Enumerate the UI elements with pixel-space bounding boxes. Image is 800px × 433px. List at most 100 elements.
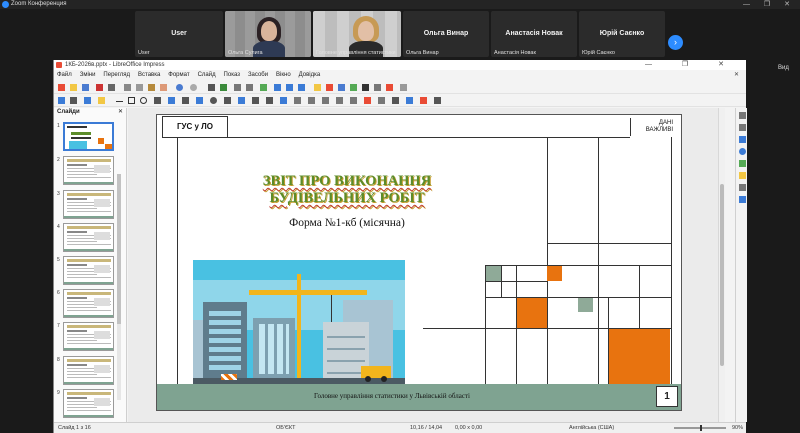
view-button[interactable]: Вид bbox=[778, 65, 789, 71]
table-icon[interactable] bbox=[326, 84, 333, 91]
slide-thumbnail[interactable] bbox=[63, 122, 114, 151]
navigator-icon[interactable] bbox=[739, 196, 746, 203]
3d-objects-icon[interactable] bbox=[280, 97, 287, 104]
crop-icon[interactable] bbox=[364, 97, 371, 104]
app-window-controls[interactable]: — ❐ ✕ bbox=[645, 60, 738, 70]
slide-thumbnail[interactable] bbox=[63, 223, 114, 252]
fill-color-icon[interactable] bbox=[98, 97, 105, 104]
footer-text[interactable]: Головне управління статистики у Львівськ… bbox=[157, 392, 627, 400]
connectors-icon[interactable] bbox=[182, 97, 189, 104]
slide-thumbnail[interactable] bbox=[63, 289, 114, 318]
slide-thumbnail[interactable] bbox=[63, 356, 114, 385]
lines-arrows-icon[interactable] bbox=[154, 97, 161, 104]
select-icon[interactable] bbox=[58, 97, 65, 104]
arrange-icon[interactable] bbox=[322, 97, 329, 104]
redo-icon[interactable] bbox=[190, 84, 197, 91]
clone-formatting-icon[interactable] bbox=[160, 84, 167, 91]
block-arrows-icon[interactable] bbox=[224, 97, 231, 104]
callouts-icon[interactable] bbox=[252, 97, 259, 104]
participant-tile[interactable]: Ольга Винар Ольга Винар bbox=[403, 11, 489, 57]
slide-thumbnail-row[interactable]: 3 bbox=[54, 190, 116, 220]
shadow-icon[interactable] bbox=[350, 97, 357, 104]
editing-area-scrollbar[interactable] bbox=[718, 108, 725, 422]
zoom-level[interactable]: 90% bbox=[732, 423, 743, 433]
master-slides-icon[interactable] bbox=[739, 160, 746, 167]
filter-icon[interactable] bbox=[378, 97, 385, 104]
special-character-icon[interactable] bbox=[374, 84, 381, 91]
scrollbar-thumb[interactable] bbox=[117, 174, 121, 324]
image-icon[interactable] bbox=[338, 84, 345, 91]
start-show-icon[interactable] bbox=[314, 84, 321, 91]
zoom-slider[interactable] bbox=[674, 425, 726, 431]
scrollbar-thumb[interactable] bbox=[720, 184, 724, 366]
participant-tile[interactable]: User User bbox=[135, 11, 223, 57]
basic-shapes-icon[interactable] bbox=[196, 97, 203, 104]
slide-layout-icon[interactable] bbox=[286, 84, 293, 91]
open-folder-icon[interactable] bbox=[70, 84, 77, 91]
helplines-icon[interactable] bbox=[246, 84, 253, 91]
paste-icon[interactable] bbox=[148, 84, 155, 91]
participant-video[interactable]: Головне управління статистики bbox=[313, 11, 401, 57]
line-icon[interactable] bbox=[116, 101, 123, 102]
slide-transition-icon[interactable] bbox=[739, 136, 746, 143]
points-icon[interactable] bbox=[392, 97, 399, 104]
participant-video[interactable]: Ольга Сулига bbox=[225, 11, 311, 57]
text-box-icon[interactable] bbox=[362, 84, 369, 91]
menu-slide[interactable]: Слайд bbox=[195, 70, 219, 80]
slide-thumbnail-row[interactable]: 9 bbox=[54, 389, 116, 419]
menu-show[interactable]: Показ bbox=[221, 70, 243, 80]
menu-window[interactable]: Вікно bbox=[273, 70, 294, 80]
slide-thumbnail[interactable] bbox=[63, 389, 114, 418]
line-color-icon[interactable] bbox=[84, 97, 91, 104]
close-document-icon[interactable]: ✕ bbox=[731, 70, 742, 80]
slide-thumbnail[interactable] bbox=[63, 322, 114, 351]
zoom-pan-icon[interactable] bbox=[70, 97, 77, 104]
properties-icon[interactable] bbox=[739, 124, 746, 131]
spelling-icon[interactable] bbox=[220, 84, 227, 91]
new-slide-icon[interactable] bbox=[298, 84, 305, 91]
symbol-shapes-icon[interactable] bbox=[210, 97, 217, 104]
find-replace-icon[interactable] bbox=[208, 84, 215, 91]
menu-help[interactable]: Довідка bbox=[296, 70, 324, 80]
menu-view[interactable]: Перегляд bbox=[100, 70, 133, 80]
slide-thumbnail[interactable] bbox=[63, 156, 114, 185]
chart-icon[interactable] bbox=[350, 84, 357, 91]
rectangle-icon[interactable] bbox=[128, 97, 135, 104]
interaction-icon[interactable] bbox=[434, 97, 441, 104]
slide-thumbnail-row[interactable]: 1 bbox=[54, 122, 116, 152]
construction-illustration[interactable] bbox=[193, 260, 405, 388]
save-icon[interactable] bbox=[82, 84, 89, 91]
display-views-icon[interactable] bbox=[260, 84, 267, 91]
menu-tools[interactable]: Засоби bbox=[245, 70, 271, 80]
flowchart-icon[interactable] bbox=[238, 97, 245, 104]
stars-icon[interactable] bbox=[266, 97, 273, 104]
new-document-icon[interactable] bbox=[58, 84, 65, 91]
align-icon[interactable] bbox=[308, 97, 315, 104]
ellipse-icon[interactable] bbox=[140, 97, 147, 104]
distribute-icon[interactable] bbox=[336, 97, 343, 104]
menu-format[interactable]: Формат bbox=[165, 70, 192, 80]
export-pdf-icon[interactable] bbox=[96, 84, 103, 91]
menu-insert[interactable]: Вставка bbox=[135, 70, 163, 80]
slide-thumbnail-row[interactable]: 6 bbox=[54, 289, 116, 319]
menu-edit[interactable]: Зміни bbox=[77, 70, 99, 80]
glue-points-icon[interactable] bbox=[406, 97, 413, 104]
undo-icon[interactable] bbox=[176, 84, 183, 91]
grid-icon[interactable] bbox=[234, 84, 241, 91]
fontwork-icon[interactable] bbox=[386, 84, 393, 91]
menu-file[interactable]: Файл bbox=[54, 70, 75, 80]
slide-thumbnail[interactable] bbox=[63, 256, 114, 285]
copy-icon[interactable] bbox=[136, 84, 143, 91]
participant-tile[interactable]: Юрій Саєнко Юрій Саєнко bbox=[579, 11, 665, 57]
participant-tile[interactable]: Анастасія Новак Анастасія Новак bbox=[491, 11, 577, 57]
slide-editing-area[interactable]: ГУС у ЛО ДАНІ ВАЖЛИВІ ЗВІТ ПРО ВИКОНАННЯ… bbox=[128, 108, 725, 422]
toggle-extrusion-icon[interactable] bbox=[420, 97, 427, 104]
styles-icon[interactable] bbox=[739, 184, 746, 191]
master-slide-icon[interactable] bbox=[274, 84, 281, 91]
slide-thumbnail-row[interactable]: 7 bbox=[54, 322, 116, 352]
transitions-icon[interactable] bbox=[400, 84, 407, 91]
slide-canvas[interactable]: ГУС у ЛО ДАНІ ВАЖЛИВІ ЗВІТ ПРО ВИКОНАННЯ… bbox=[156, 114, 682, 411]
animation-icon[interactable] bbox=[739, 148, 746, 155]
slide-thumbnail-row[interactable]: 2 bbox=[54, 156, 116, 186]
slide-thumbnail-row[interactable]: 5 bbox=[54, 256, 116, 286]
